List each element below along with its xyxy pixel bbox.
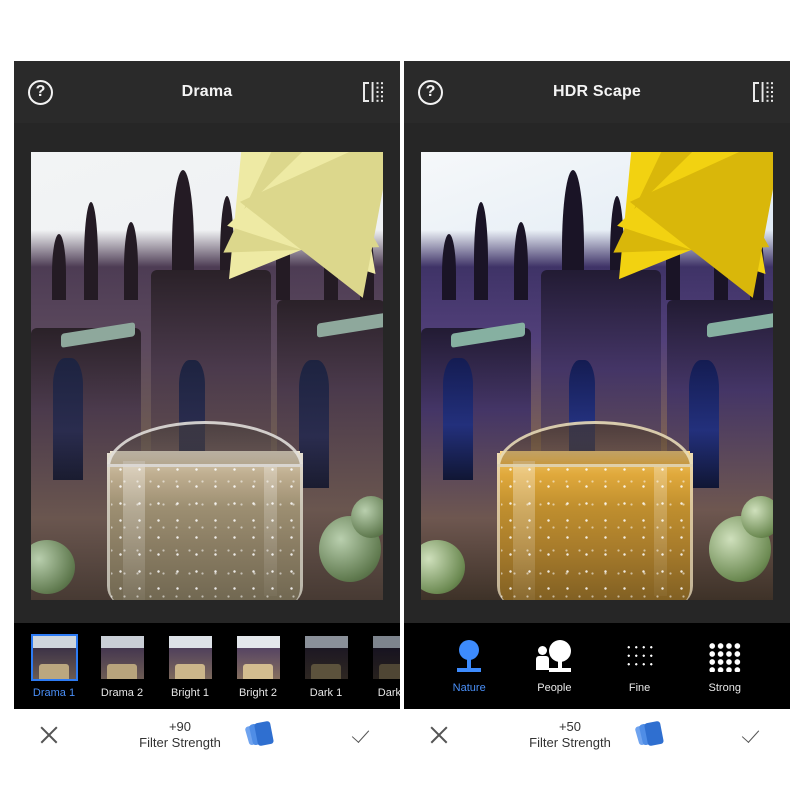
filter-thumb-label: Drama 2 [100, 686, 144, 699]
filter-strength-label: Filter Strength [139, 735, 221, 750]
edited-photo-hdr-scape [421, 152, 773, 600]
photo-window [689, 360, 719, 488]
page-title-drama: Drama [181, 83, 233, 100]
filter-strength-readout: +50 Filter Strength [529, 719, 611, 752]
compare-before-after-icon[interactable] [360, 79, 386, 105]
filter-thumb-drama-2[interactable]: Drama 2 [90, 634, 154, 699]
app-bar-drama: ? Drama [14, 61, 400, 123]
preset-label: Strong [708, 682, 741, 694]
preset-label: Fine [628, 682, 651, 694]
person-and-tree-icon [532, 638, 576, 678]
filter-thumb-dark-1[interactable]: Dark 1 [294, 634, 358, 699]
filter-thumb-image [30, 633, 78, 681]
filter-thumb-bright-1[interactable]: Bright 1 [158, 634, 222, 699]
app-bar-hdr-scape: ? HDR Scape [404, 61, 790, 123]
filter-thumb-label: Dark 2 [377, 686, 400, 699]
page-title-hdr-scape: HDR Scape [552, 83, 642, 100]
photo-foliage [351, 496, 383, 538]
filter-strength-label: Filter Strength [529, 735, 611, 750]
preset-strong[interactable]: Strong [689, 638, 761, 694]
filter-thumbnail-strip[interactable]: Drama 1 Drama 2 Bright 1 Bright 2 Dark 1… [14, 623, 400, 709]
filter-thumb-drama-1[interactable]: Drama 1 [22, 633, 86, 699]
close-x-icon[interactable] [426, 722, 452, 748]
phone-screenshot-pair: ? Drama Drama 1 Drama 2 Bright 1 Bright … [14, 61, 790, 761]
photo-canvas-drama[interactable] [14, 123, 400, 623]
hdr-preset-row[interactable]: Nature People Fine Strong [404, 623, 790, 709]
filter-strength-value: +50 [558, 718, 582, 734]
preset-fine[interactable]: Fine [604, 638, 676, 694]
photo-canvas-hdr-scape[interactable] [404, 123, 790, 623]
strong-dot-grid-icon [703, 638, 747, 678]
photo-window [443, 358, 473, 480]
filter-thumb-label: Bright 2 [239, 686, 277, 699]
filter-thumb-label: Drama 1 [32, 686, 76, 699]
filter-thumb-image [167, 634, 214, 681]
photo-champagne-glass [107, 421, 303, 600]
strength-control-group: +50 Filter Strength [452, 719, 742, 752]
filter-thumb-image [235, 634, 282, 681]
photo-champagne-glass [497, 421, 693, 600]
close-x-icon[interactable] [36, 722, 62, 748]
fine-dot-grid-icon [618, 638, 662, 678]
bottom-toolbar-drama: +90 Filter Strength [14, 709, 400, 761]
filter-thumb-image [99, 634, 146, 681]
screenshot-root: ? Drama Drama 1 Drama 2 Bright 1 Bright … [0, 0, 800, 800]
preset-label: People [537, 682, 572, 694]
filter-thumb-image [303, 634, 350, 681]
panel-drama: ? Drama Drama 1 Drama 2 Bright 1 Bright … [14, 61, 400, 761]
photo-window [299, 360, 329, 488]
filter-thumb-image [371, 634, 400, 681]
preset-label: Nature [452, 682, 486, 694]
filter-stack-icon[interactable] [634, 720, 665, 749]
bottom-toolbar-hdr-scape: +50 Filter Strength [404, 709, 790, 761]
filter-thumb-label: Dark 1 [309, 686, 343, 699]
check-icon[interactable] [742, 722, 768, 748]
filter-thumb-label: Bright 1 [171, 686, 209, 699]
filter-thumb-bright-2[interactable]: Bright 2 [226, 634, 290, 699]
filter-thumb-dark-2[interactable]: Dark 2 [362, 634, 400, 699]
filter-strength-value: +90 [168, 718, 192, 734]
photo-window [53, 358, 83, 480]
filter-strength-readout: +90 Filter Strength [139, 719, 221, 752]
check-icon[interactable] [352, 722, 378, 748]
preset-people[interactable]: People [518, 638, 590, 694]
filter-stack-icon[interactable] [244, 720, 275, 749]
preset-nature[interactable]: Nature [433, 638, 505, 694]
photo-foliage [741, 496, 773, 538]
tree-icon [447, 638, 491, 678]
edited-photo-drama [31, 152, 383, 600]
help-circle-icon[interactable]: ? [418, 79, 443, 105]
help-circle-icon[interactable]: ? [28, 79, 53, 105]
panel-hdr-scape: ? HDR Scape Nature People Fine Strong +5… [404, 61, 790, 761]
compare-before-after-icon[interactable] [750, 79, 776, 105]
strength-control-group: +90 Filter Strength [62, 719, 352, 752]
